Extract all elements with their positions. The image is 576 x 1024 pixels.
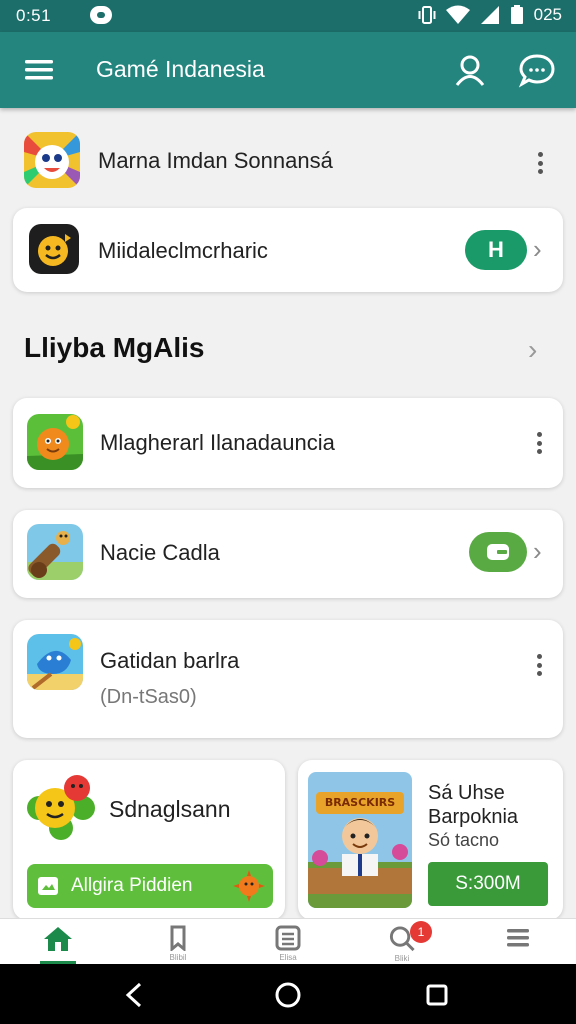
app-icon-nacie [27, 524, 83, 580]
menu-button[interactable] [22, 54, 58, 86]
chevron-right-icon[interactable]: › [533, 536, 542, 567]
promo-card[interactable]: Sdnaglsann Allgira Piddien [13, 760, 285, 920]
bookmark-icon [170, 925, 186, 951]
list-item-card[interactable]: Mlagherarl Ilanadauncia [13, 398, 563, 488]
app-icon-marna [24, 132, 80, 188]
app-icon-gatidan [27, 634, 83, 690]
status-bar: 0:51 025 [0, 0, 576, 32]
item-title: Miidaleclmcrharic [98, 238, 268, 263]
promo-button-label: Allgira Piddien [71, 875, 193, 896]
promo-button[interactable]: Allgira Piddien [27, 864, 273, 908]
section-chevron-icon[interactable]: › [528, 334, 537, 366]
nav-library-label: Blibil [169, 953, 187, 962]
list-item-card[interactable]: Miidaleclmcrharic H › [13, 208, 563, 292]
promo-title: Sdnaglsann [109, 796, 231, 822]
promo-line-3: Só tacno [428, 830, 500, 850]
list-item[interactable]: Marna Imdan Sonnansá [0, 112, 576, 208]
app-title: Gamé Indanesia [96, 56, 265, 82]
app-icon-mlagherarl [27, 414, 83, 470]
list-item-card[interactable]: Nacie Cadla › [13, 510, 563, 598]
recents-button[interactable] [422, 980, 452, 1010]
item-subtitle: (Dn-tSas0) [100, 686, 197, 708]
more-options-icon[interactable] [529, 652, 549, 678]
item-title: Nacie Cadla [100, 540, 220, 565]
action-button[interactable]: H [465, 230, 527, 270]
back-button[interactable] [120, 980, 150, 1010]
section-title: Lliyba MgAlis [24, 332, 205, 363]
nav-more[interactable] [498, 925, 538, 963]
flower-mascot-image [23, 772, 99, 842]
wifi-icon [445, 5, 470, 24]
chevron-right-icon[interactable]: › [533, 234, 542, 265]
chat-button[interactable] [518, 52, 556, 88]
promo-line-1: Sá Uhse [428, 782, 505, 804]
signal-icon [480, 6, 499, 24]
banner-title: BRASCKIRS [324, 796, 396, 809]
nav-list-label: Elisa [279, 953, 297, 962]
sun-mascot-icon [233, 870, 265, 902]
notification-icon [90, 6, 112, 24]
list-item-card[interactable]: Gatidan barlra (Dn-tSas0) [13, 620, 563, 738]
battery-level: 025 [533, 5, 562, 24]
nav-search-label: Bliki [394, 954, 410, 963]
home-icon [44, 927, 72, 951]
nav-search[interactable]: Bliki 1 [382, 921, 432, 963]
home-button[interactable] [273, 980, 303, 1010]
recents-icon [426, 984, 448, 1006]
status-time: 0:51 [16, 6, 52, 25]
system-navigation-bar [0, 964, 576, 1024]
item-title: Gatidan barlra [100, 648, 240, 673]
profile-button[interactable] [452, 52, 488, 88]
status-icons: 025 [418, 5, 562, 25]
chat-icon [518, 54, 555, 88]
bottom-navigation: Blibil Elisa Bliki 1 [0, 918, 576, 964]
app-bar: Gamé Indanesia [0, 32, 576, 108]
more-options-icon[interactable] [529, 430, 549, 456]
battery-icon [510, 5, 523, 24]
item-title: Mlagherarl Ilanadauncia [100, 430, 335, 455]
hamburger-icon [25, 60, 53, 80]
promo-line-2: Barpoknia [428, 806, 519, 828]
promo-card[interactable]: BRASCKIRS Sá Uhse Barpoknia Só tacno S:3… [298, 760, 563, 920]
menu-icon [507, 929, 529, 947]
app-icon-miidale [29, 224, 79, 274]
list-icon [275, 925, 301, 951]
image-icon [38, 877, 58, 895]
price-button[interactable]: S:300M [428, 862, 548, 906]
nav-home[interactable] [38, 925, 78, 963]
user-icon [455, 55, 485, 86]
vibrate-icon [418, 6, 436, 24]
controller-icon [487, 544, 509, 560]
notification-badge: 1 [410, 921, 432, 943]
action-button[interactable] [469, 532, 527, 572]
nav-list[interactable]: Elisa [268, 925, 308, 963]
home-circle-icon [275, 982, 301, 1008]
nav-library[interactable]: Blibil [158, 925, 198, 963]
back-icon [125, 982, 142, 1008]
item-title: Marna Imdan Sonnansá [98, 148, 333, 173]
game-banner-image: BRASCKIRS [308, 772, 412, 908]
more-options-icon[interactable] [530, 150, 550, 176]
